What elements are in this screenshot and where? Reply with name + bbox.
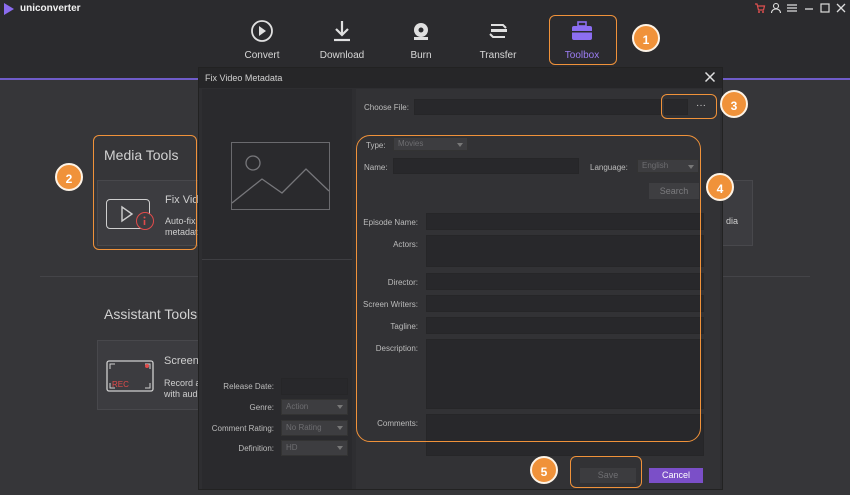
highlight-save [570, 456, 642, 488]
transfer-icon [463, 18, 533, 44]
nav-download[interactable]: Download [307, 18, 377, 64]
close-icon[interactable] [704, 71, 716, 83]
app-window: uniconverter Convert Download Burn Trans… [0, 0, 850, 495]
genre-select[interactable]: Action [281, 399, 348, 415]
chevron-down-icon [337, 405, 343, 409]
convert-icon [227, 18, 297, 44]
logo-icon [4, 3, 14, 15]
screen-card-desc-1: Record a [164, 378, 201, 388]
screen-card-title: Screen [164, 355, 199, 367]
definition-label: Definition: [238, 444, 274, 453]
definition-select[interactable]: HD [281, 440, 348, 456]
dialog-title-bar: Fix Video Metadata [199, 68, 722, 88]
minimize-icon[interactable] [803, 2, 815, 17]
annotation-badge-5: 5 [530, 456, 558, 484]
file-path-input[interactable] [414, 99, 662, 115]
nav-burn[interactable]: Burn [386, 18, 456, 64]
annotation-badge-3: 3 [720, 90, 748, 118]
nav-convert[interactable]: Convert [227, 18, 297, 64]
image-placeholder-icon[interactable] [231, 142, 330, 210]
chevron-down-icon [337, 426, 343, 430]
user-icon[interactable] [770, 2, 782, 17]
choose-file-label: Choose File: [364, 103, 409, 112]
chevron-down-icon [337, 446, 343, 450]
nav-transfer[interactable]: Transfer [463, 18, 533, 64]
highlight-browse [661, 94, 717, 119]
cart-icon[interactable] [754, 2, 766, 17]
release-date-label: Release Date: [223, 382, 274, 391]
close-window-icon[interactable] [835, 2, 847, 17]
cancel-button[interactable]: Cancel [649, 468, 703, 483]
comment-rating-label: Comment Rating: [211, 424, 274, 433]
disc-icon [386, 18, 456, 44]
release-date-input[interactable] [281, 378, 348, 395]
comment-rating-select[interactable]: No Rating [281, 420, 348, 436]
maximize-icon[interactable] [819, 2, 831, 17]
screen-card-desc-2: with aud [164, 389, 198, 399]
menu-icon[interactable] [786, 2, 798, 17]
annotation-badge-1: 1 [632, 24, 660, 52]
app-name: uniconverter [20, 3, 81, 14]
assistant-tools-heading: Assistant Tools [104, 306, 198, 322]
annotation-badge-4: 4 [706, 173, 734, 201]
download-icon [307, 18, 377, 44]
highlight-metadata-form [356, 135, 701, 442]
panel-divider [202, 259, 352, 260]
highlight-toolbox [549, 15, 617, 65]
right-card-text: dia [726, 216, 739, 226]
genre-label: Genre: [249, 403, 274, 412]
rec-label: REC [112, 380, 129, 389]
annotation-badge-2: 2 [55, 163, 83, 191]
highlight-media-tools [93, 135, 197, 250]
dialog-title: Fix Video Metadata [205, 73, 283, 83]
thumbnail-panel: Release Date: Genre: Action Comment Rati… [202, 89, 352, 489]
